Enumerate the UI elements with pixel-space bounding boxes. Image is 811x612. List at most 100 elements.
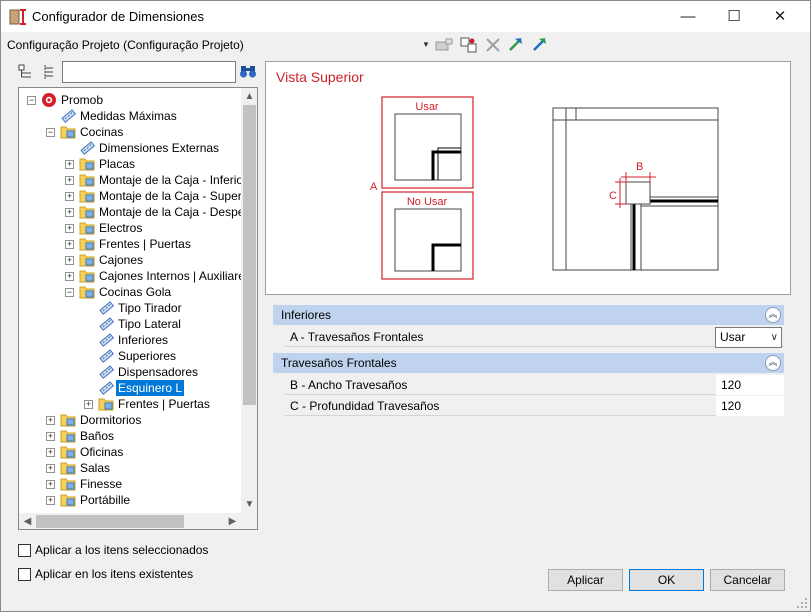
tree-item[interactable]: + Montaje de la Caja - Despensa [19, 204, 257, 220]
expand-icon[interactable]: + [65, 272, 74, 281]
tree-item-label[interactable]: Tipo Tirador [116, 300, 184, 316]
tree-item[interactable]: + Montaje de la Caja - Superior [19, 188, 255, 204]
tree-item-label[interactable]: Frentes | Puertas [116, 396, 212, 412]
tree-item-label[interactable]: Inferiores [116, 332, 170, 348]
tree-item[interactable]: Esquinero L [19, 379, 241, 397]
tree-item-label[interactable]: Promob [59, 92, 105, 108]
tree-item[interactable]: + Frentes | Puertas [19, 396, 241, 412]
tree-item-label[interactable]: Salas [78, 460, 112, 476]
tree-item[interactable]: + Oficinas [19, 444, 241, 460]
tree-item[interactable]: Tipo Lateral [19, 316, 241, 332]
tree-item-label[interactable]: Montaje de la Caja - Superior [97, 188, 257, 204]
expand-icon[interactable]: + [46, 416, 55, 425]
tree-item-label[interactable]: Dimensiones Externas [97, 140, 221, 156]
import-icon[interactable] [507, 37, 525, 53]
tree-vertical-scroll-thumb[interactable] [243, 105, 256, 405]
tree-item[interactable]: Medidas Máximas [19, 108, 241, 124]
export-icon[interactable] [531, 37, 549, 53]
maximize-button[interactable]: ☐ [711, 1, 757, 32]
apply-button[interactable]: Aplicar [548, 569, 623, 591]
collapse-icon[interactable]: ︽ [765, 355, 781, 371]
chevron-down-icon[interactable]: ∨ [771, 328, 778, 347]
tree-item[interactable]: + Finesse [19, 476, 241, 492]
tree-item-label[interactable]: Finesse [78, 476, 124, 492]
tree-item-label[interactable]: Dispensadores [116, 364, 200, 380]
tree-item-label[interactable]: Tipo Lateral [116, 316, 183, 332]
collapse-icon[interactable]: − [27, 96, 36, 105]
binoculars-search-icon[interactable] [239, 63, 257, 79]
tree-item[interactable]: + Cajones [19, 252, 241, 268]
scroll-right-icon[interactable]: ▶ [224, 513, 241, 529]
category-header-travesanos-frontales[interactable]: Travesaños Frontales ︽ [273, 353, 784, 373]
tree-item-label[interactable]: Electros [97, 220, 144, 236]
configuration-label[interactable]: Configuração Projeto (Configuração Proje… [7, 38, 244, 52]
tree-item[interactable]: Dimensiones Externas [19, 140, 241, 156]
scroll-up-icon[interactable]: ▲ [241, 88, 257, 105]
tree-item[interactable]: + Electros [19, 220, 241, 236]
tree-item[interactable]: + Frentes | Puertas [19, 236, 241, 252]
expand-icon[interactable]: + [46, 480, 55, 489]
tree-item-label[interactable]: Cocinas Gola [97, 284, 173, 300]
tree-item[interactable]: Inferiores [19, 332, 241, 348]
tree-item[interactable]: + Baños [19, 428, 241, 444]
tree-item[interactable]: + Dormitorios [19, 412, 241, 428]
tree-search-input[interactable] [62, 61, 236, 83]
ok-button[interactable]: OK [629, 569, 704, 591]
tree-item-label[interactable]: Placas [97, 156, 137, 172]
close-button[interactable]: ✕ [757, 1, 803, 32]
cancel-button[interactable]: Cancelar [710, 569, 785, 591]
insert-icon[interactable] [435, 37, 453, 53]
resize-grip-icon[interactable] [796, 597, 808, 609]
tree-item-label[interactable]: Montaje de la Caja - Despensa [97, 204, 257, 220]
apply-selected-label[interactable]: Aplicar a los itens seleccionados [35, 543, 208, 557]
collapse-icon[interactable]: − [65, 288, 74, 297]
category-header-inferiores[interactable]: Inferiores ︽ [273, 305, 784, 325]
tree-item-label[interactable]: Oficinas [78, 444, 125, 460]
tree-item-label[interactable]: Medidas Máximas [78, 108, 179, 124]
ancho-travesanos-field[interactable]: 120 [716, 375, 784, 395]
tree-collapse-icon[interactable] [41, 64, 57, 80]
tree-item[interactable]: + Cajones Internos | Auxiliares [19, 268, 251, 284]
tree-item[interactable]: + Placas [19, 156, 241, 172]
expand-icon[interactable]: + [84, 400, 93, 409]
collapse-icon[interactable]: ︽ [765, 307, 781, 323]
expand-icon[interactable]: + [65, 160, 74, 169]
expand-icon[interactable]: + [65, 208, 74, 217]
category-tree[interactable]: − Promob Medidas Máximas − Cocinas Dimensione… [18, 87, 258, 530]
tree-item-label[interactable]: Cajones [97, 252, 145, 268]
expand-icon[interactable]: + [46, 464, 55, 473]
expand-icon[interactable]: + [65, 224, 74, 233]
tree-item[interactable]: − Cocinas Gola [19, 284, 241, 300]
expand-icon[interactable]: + [65, 256, 74, 265]
expand-icon[interactable]: + [65, 192, 74, 201]
tree-horizontal-scroll-thumb[interactable] [36, 515, 184, 528]
tree-vertical-scrollbar[interactable]: ▲ ▼ [241, 88, 257, 513]
tree-item-label[interactable]: Montaje de la Caja - Inferior [97, 172, 249, 188]
expand-icon[interactable]: + [65, 240, 74, 249]
tree-item-label[interactable]: Portábille [78, 492, 132, 508]
collapse-icon[interactable]: − [46, 128, 55, 137]
tree-item[interactable]: + Salas [19, 460, 241, 476]
tree-item[interactable]: + Montaje de la Caja - Inferior [19, 172, 247, 188]
tree-item[interactable]: − Promob [19, 92, 241, 108]
tree-item[interactable]: + Portábille [19, 492, 241, 508]
expand-icon[interactable]: + [46, 448, 55, 457]
scroll-left-icon[interactable]: ◀ [19, 513, 36, 529]
tree-item-label[interactable]: Cocinas [78, 124, 125, 140]
apply-existing-checkbox[interactable] [18, 568, 31, 581]
expand-icon[interactable]: + [46, 432, 55, 441]
tree-item-label[interactable]: Esquinero L [114, 379, 186, 397]
configuration-dropdown-arrow[interactable]: ▼ [422, 40, 430, 49]
tree-item[interactable]: Dispensadores [19, 364, 241, 380]
travesanos-frontales-select[interactable]: Usar ∨ [715, 327, 782, 348]
tree-item[interactable]: Tipo Tirador [19, 300, 241, 316]
minimize-button[interactable]: — [665, 1, 711, 32]
tree-item-label[interactable]: Cajones Internos | Auxiliares [97, 268, 253, 284]
tree-item-label[interactable]: Baños [78, 428, 116, 444]
expand-icon[interactable]: + [65, 176, 74, 185]
tree-item[interactable]: − Cocinas [19, 124, 241, 140]
tree-item-label[interactable]: Dormitorios [78, 412, 143, 428]
apply-existing-label[interactable]: Aplicar en los itens existentes [35, 567, 193, 581]
move-icon[interactable] [460, 37, 478, 53]
delete-icon[interactable] [484, 37, 502, 53]
